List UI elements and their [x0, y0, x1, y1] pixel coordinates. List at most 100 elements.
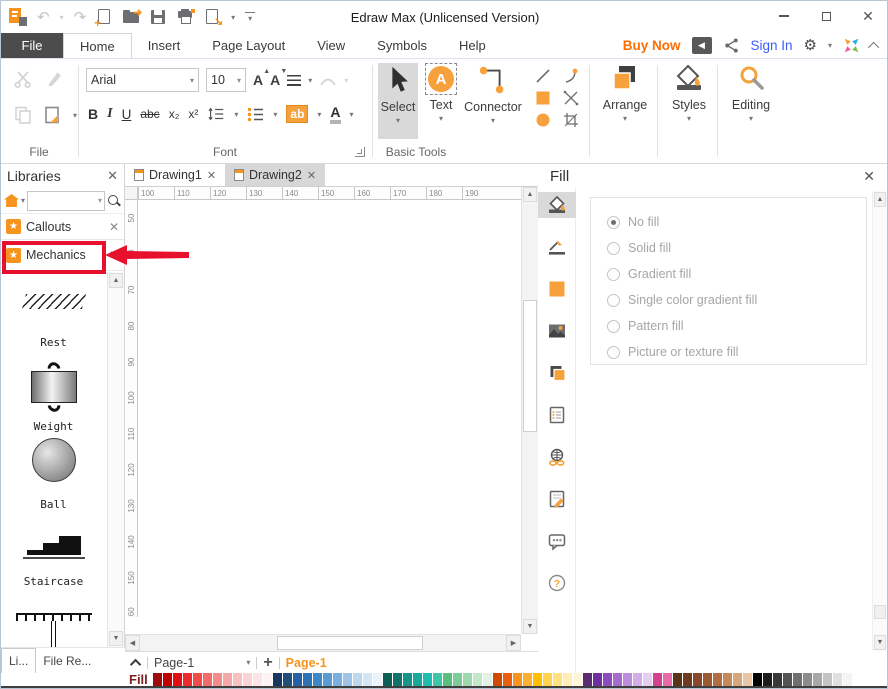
canvas-scroll-right-icon[interactable]: ▶ — [506, 635, 521, 651]
tab-help[interactable]: Help — [443, 33, 502, 58]
highlight-dropdown-icon[interactable]: ▾ — [317, 110, 321, 119]
canvas-scroll-left-icon[interactable]: ◀ — [125, 635, 140, 651]
color-swatch[interactable] — [603, 673, 612, 686]
color-swatch[interactable] — [493, 673, 502, 686]
open-file-icon[interactable]: ➜ — [123, 9, 140, 26]
strikethrough-button[interactable]: abc — [140, 107, 159, 121]
callouts-close-icon[interactable]: ✕ — [109, 220, 119, 234]
color-swatch[interactable] — [473, 673, 482, 686]
color-swatch[interactable] — [553, 673, 562, 686]
font-dialog-launcher-icon[interactable] — [355, 147, 365, 157]
canvas-scroll-up-icon[interactable]: ▲ — [523, 187, 537, 202]
buy-now-link[interactable]: Buy Now — [623, 38, 681, 53]
picture-tab[interactable] — [538, 318, 576, 344]
fill-panel-scrollbar[interactable]: ▲ ▼ — [872, 191, 887, 651]
color-swatch[interactable] — [273, 673, 282, 686]
arrange-button[interactable]: Arrange ▾ — [597, 63, 653, 139]
canvas-scroll-down-icon[interactable]: ▼ — [523, 619, 537, 634]
save-icon[interactable] — [150, 9, 167, 26]
color-swatch[interactable] — [623, 673, 632, 686]
fill-scroll-thumb[interactable] — [874, 605, 886, 619]
canvas-vertical-scrollbar[interactable]: ▲ ▼ — [521, 187, 538, 634]
color-swatch[interactable] — [163, 673, 172, 686]
ellipse-tool-icon[interactable] — [535, 112, 551, 128]
color-swatch[interactable] — [153, 673, 162, 686]
text-highlight-button[interactable]: ab — [286, 105, 308, 123]
option-no-fill[interactable]: No fill — [607, 209, 866, 235]
text-dropdown-icon[interactable]: ▾ — [439, 114, 443, 123]
cut-icon[interactable] — [13, 69, 33, 89]
maximize-button[interactable] — [805, 1, 847, 31]
line-style-tab[interactable] — [538, 234, 576, 260]
font-color-dropdown-icon[interactable]: ▾ — [350, 110, 354, 119]
library-scroll-up-icon[interactable]: ▲ — [109, 273, 123, 288]
color-swatch[interactable] — [213, 673, 222, 686]
color-swatch[interactable] — [613, 673, 622, 686]
tab-libraries-bottom[interactable]: Li... — [1, 648, 36, 673]
cross-lines-icon[interactable] — [563, 90, 579, 106]
color-swatch[interactable] — [193, 673, 202, 686]
paste-dropdown-icon[interactable]: ▾ — [73, 111, 77, 120]
color-swatch[interactable] — [393, 673, 402, 686]
share-icon[interactable] — [723, 37, 740, 54]
color-swatch[interactable] — [463, 673, 472, 686]
color-swatch[interactable] — [583, 673, 592, 686]
font-size-combo[interactable]: 10▾ — [206, 68, 246, 92]
undo-icon[interactable]: ↶ — [37, 10, 50, 25]
color-swatch[interactable] — [263, 673, 272, 686]
color-swatch[interactable] — [243, 673, 252, 686]
color-swatch[interactable] — [693, 673, 702, 686]
community-pinwheel-icon[interactable] — [843, 37, 860, 54]
color-swatch[interactable] — [383, 673, 392, 686]
radio-icon[interactable] — [607, 294, 620, 307]
color-swatch[interactable] — [413, 673, 422, 686]
option-gradient-fill[interactable]: Gradient fill — [607, 261, 866, 287]
color-swatch[interactable] — [703, 673, 712, 686]
tab-file[interactable]: File — [1, 33, 63, 58]
page-tab-active[interactable]: Page-1 — [286, 656, 327, 670]
fill-scroll-up-icon[interactable]: ▲ — [874, 192, 886, 207]
color-swatch[interactable] — [843, 673, 852, 686]
superscript-button[interactable]: x² — [188, 107, 198, 121]
color-swatch[interactable] — [173, 673, 182, 686]
styles-dropdown-icon[interactable]: ▾ — [687, 114, 691, 123]
color-swatch[interactable] — [763, 673, 772, 686]
color-swatch[interactable] — [313, 673, 322, 686]
increase-font-button[interactable]: A▲ — [253, 72, 263, 88]
color-swatch[interactable] — [283, 673, 292, 686]
color-swatch[interactable] — [773, 673, 782, 686]
drawing-canvas[interactable] — [138, 200, 521, 617]
color-swatch[interactable] — [253, 673, 262, 686]
close-button[interactable]: ✕ — [847, 1, 888, 31]
connector-tool-button[interactable]: Connector ▾ — [461, 63, 525, 139]
color-swatch[interactable] — [673, 673, 682, 686]
color-swatch[interactable] — [723, 673, 732, 686]
hyperlink-tab[interactable] — [538, 444, 576, 470]
rectangle-tool-icon[interactable] — [535, 90, 551, 106]
format-painter-icon[interactable] — [45, 69, 65, 89]
styles-button[interactable]: Styles ▾ — [665, 63, 713, 139]
collapse-ribbon-icon[interactable] — [868, 41, 879, 52]
italic-button[interactable]: I — [107, 106, 112, 122]
shape-item-beam[interactable] — [16, 588, 92, 647]
export-document-icon[interactable]: ↘ — [204, 9, 221, 26]
color-swatch[interactable] — [333, 673, 342, 686]
editing-button[interactable]: Editing ▾ — [725, 63, 777, 139]
library-scrollbar[interactable]: ▲ ▼ — [107, 272, 124, 647]
line-spacing-icon[interactable] — [207, 106, 225, 122]
page-selector[interactable]: Page-1 — [154, 656, 194, 670]
color-swatch[interactable] — [683, 673, 692, 686]
page-dropdown-icon[interactable]: ▾ — [246, 658, 250, 667]
color-swatch[interactable] — [573, 673, 582, 686]
redo-icon[interactable]: ↷ — [74, 10, 87, 25]
note-tab[interactable] — [538, 402, 576, 428]
radio-icon[interactable] — [607, 320, 620, 333]
color-swatch[interactable] — [373, 673, 382, 686]
option-solid-fill[interactable]: Solid fill — [607, 235, 866, 261]
tab-symbols[interactable]: Symbols — [361, 33, 443, 58]
sign-in-link[interactable]: Sign In — [751, 38, 793, 53]
fill-style-tab[interactable] — [538, 192, 576, 218]
color-swatch[interactable] — [543, 673, 552, 686]
color-swatch[interactable] — [353, 673, 362, 686]
subscript-button[interactable]: x₂ — [169, 107, 180, 121]
